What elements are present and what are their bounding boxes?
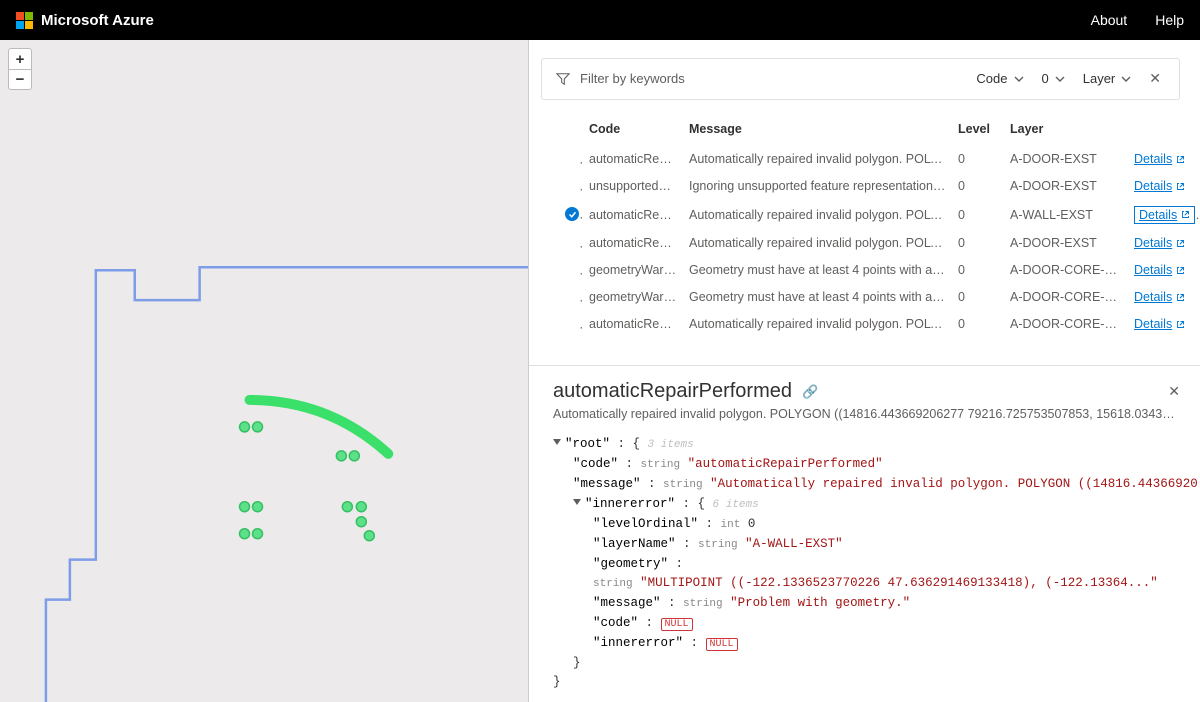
table-row[interactable]: unsupportedFeat...Ignoring unsupported f… xyxy=(559,173,1200,200)
table-row[interactable]: automaticRepair...Automatically repaired… xyxy=(559,311,1200,335)
detail-subtitle: Automatically repaired invalid polygon. … xyxy=(553,407,1180,421)
table-row[interactable]: automaticRepair...Automatically repaired… xyxy=(559,200,1200,230)
close-detail-button[interactable]: ✕ xyxy=(1168,383,1180,400)
brand-logo: Microsoft Azure xyxy=(16,12,154,29)
cell-layer: A-DOOR-EXST xyxy=(1004,173,1128,200)
cell-message: Automatically repaired invalid polygon. … xyxy=(683,200,952,230)
map-view[interactable]: + − xyxy=(0,40,529,702)
filter-level-dropdown[interactable]: 0 xyxy=(1038,71,1069,86)
cell-code: automaticRepair... xyxy=(583,200,683,230)
geometry-points xyxy=(240,422,375,541)
cell-message: Automatically repaired invalid polygon. … xyxy=(683,146,952,173)
details-link[interactable]: Details xyxy=(1134,263,1185,277)
chevron-down-icon xyxy=(1121,74,1131,84)
details-link[interactable]: Details xyxy=(1134,317,1185,331)
cell-level: 0 xyxy=(952,146,1004,173)
chevron-down-icon xyxy=(1055,74,1065,84)
cell-code: geometryWarning xyxy=(583,284,683,311)
cell-level: 0 xyxy=(952,230,1004,257)
filter-layer-dropdown[interactable]: Layer xyxy=(1079,71,1136,86)
cell-layer: A-WALL-EXST xyxy=(1004,200,1128,230)
filter-code-dropdown[interactable]: Code xyxy=(972,71,1027,86)
details-link[interactable]: Details xyxy=(1134,206,1195,224)
filter-icon xyxy=(556,72,570,86)
results-table-wrap: Code Message Level Layer automaticRepair… xyxy=(529,112,1200,335)
cell-layer: A-DOOR-CORE-EXST xyxy=(1004,311,1128,335)
details-link[interactable]: Details xyxy=(1134,290,1185,304)
details-link[interactable]: Details xyxy=(1134,236,1185,250)
col-layer[interactable]: Layer xyxy=(1004,112,1128,146)
microsoft-logo-icon xyxy=(16,12,33,29)
col-level[interactable]: Level xyxy=(952,112,1004,146)
table-row[interactable]: automaticRepair...Automatically repaired… xyxy=(559,230,1200,257)
polygon-outline xyxy=(46,267,528,702)
nav-about[interactable]: About xyxy=(1091,12,1128,28)
permalink-icon[interactable]: 🔗 xyxy=(802,384,818,400)
clear-filters-button[interactable]: ✕ xyxy=(1145,70,1165,87)
cell-level: 0 xyxy=(952,311,1004,335)
cell-level: 0 xyxy=(952,284,1004,311)
detail-panel: automaticRepairPerformed 🔗 ✕ Automatical… xyxy=(529,365,1200,702)
table-row[interactable]: automaticRepair...Automatically repaired… xyxy=(559,146,1200,173)
col-code[interactable]: Code xyxy=(583,112,683,146)
cell-message: Automatically repaired invalid polygon. … xyxy=(683,311,952,335)
cell-layer: A-DOOR-EXST xyxy=(1004,146,1128,173)
selected-indicator-icon xyxy=(565,207,579,221)
details-link[interactable]: Details xyxy=(1134,152,1185,166)
json-tree: "root" : { 3 items "code" : string "auto… xyxy=(553,435,1180,692)
cell-code: automaticRepair... xyxy=(583,230,683,257)
cell-level: 0 xyxy=(952,257,1004,284)
cell-level: 0 xyxy=(952,200,1004,230)
app-header: Microsoft Azure About Help xyxy=(0,0,1200,40)
filter-bar: Filter by keywords Code 0 Layer ✕ xyxy=(541,58,1180,100)
col-message[interactable]: Message xyxy=(683,112,952,146)
cell-layer: A-DOOR-CORE-EXST xyxy=(1004,257,1128,284)
cell-message: Automatically repaired invalid polygon. … xyxy=(683,230,952,257)
cell-code: automaticRepair... xyxy=(583,146,683,173)
caret-down-icon[interactable] xyxy=(573,499,581,505)
chevron-down-icon xyxy=(1014,74,1024,84)
caret-down-icon[interactable] xyxy=(553,439,561,445)
cell-code: automaticRepair... xyxy=(583,311,683,335)
cell-message: Ignoring unsupported feature representat… xyxy=(683,173,952,200)
table-row[interactable]: geometryWarningGeometry must have at lea… xyxy=(559,284,1200,311)
cell-level: 0 xyxy=(952,173,1004,200)
results-table: Code Message Level Layer automaticRepair… xyxy=(559,112,1200,335)
table-row[interactable]: geometryWarningGeometry must have at lea… xyxy=(559,257,1200,284)
cell-code: unsupportedFeat... xyxy=(583,173,683,200)
map-canvas xyxy=(0,40,528,702)
filter-input[interactable]: Filter by keywords xyxy=(580,71,962,86)
brand-name: Microsoft Azure xyxy=(41,12,154,29)
details-link[interactable]: Details xyxy=(1134,179,1185,193)
cell-message: Geometry must have at least 4 points wit… xyxy=(683,257,952,284)
repaired-geometry-arc xyxy=(250,400,389,454)
detail-title: automaticRepairPerformed xyxy=(553,380,792,403)
cell-layer: A-DOOR-EXST xyxy=(1004,230,1128,257)
results-pane: Filter by keywords Code 0 Layer ✕ xyxy=(529,40,1200,702)
cell-message: Geometry must have at least 4 points wit… xyxy=(683,284,952,311)
cell-code: geometryWarning xyxy=(583,257,683,284)
nav-help[interactable]: Help xyxy=(1155,12,1184,28)
cell-layer: A-DOOR-CORE-EXST xyxy=(1004,284,1128,311)
